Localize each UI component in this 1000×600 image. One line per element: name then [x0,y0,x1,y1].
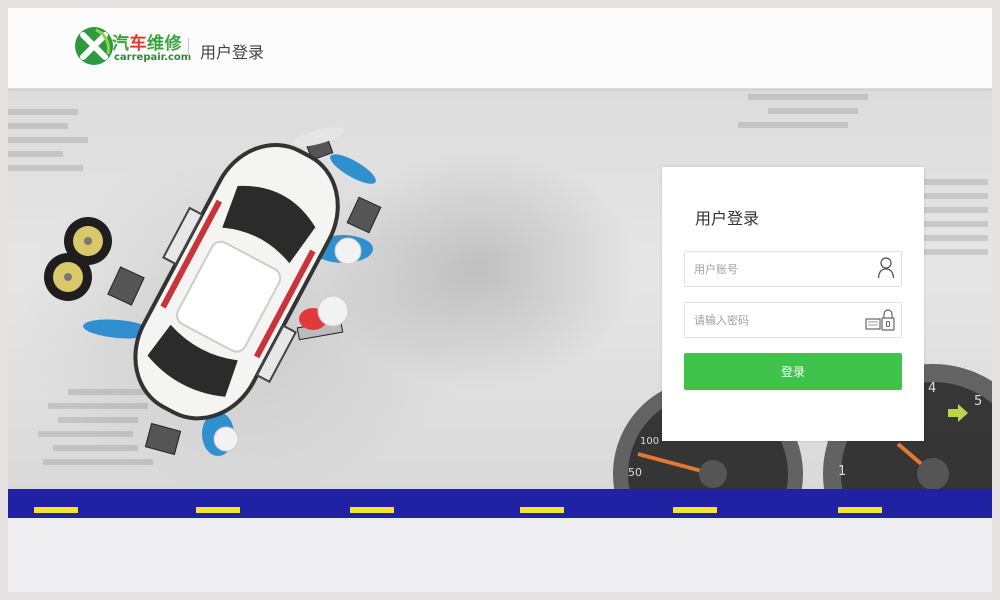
road-dash [520,507,564,513]
username-input[interactable] [685,252,874,286]
logo-text-suffix: 维修 [147,34,182,54]
logo-x-icon [75,27,113,65]
password-field[interactable] [684,302,902,338]
logo-chinese-text: 汽车维修 [112,29,182,54]
site-header: 汽车维修 carrepair.com 用户登录 [8,8,992,89]
login-card: 用户登录 登录 [662,167,924,441]
logo-text-highlight: 车 [129,34,147,54]
login-button[interactable]: 登录 [684,353,902,390]
gauge-label-4: 4 [928,381,936,396]
road-dash [350,507,394,513]
road-dash [34,507,78,513]
user-icon [877,257,895,279]
carrepair-logo[interactable]: 汽车维修 carrepair.com [74,24,191,68]
gauge-label-5: 5 [974,394,982,409]
gauge-label-100: 100 [640,436,659,447]
username-field[interactable] [684,251,902,287]
page-title: 用户登录 [200,43,265,62]
wheel-graphic [44,217,112,301]
password-input[interactable] [685,303,874,337]
page-frame: 汽车维修 carrepair.com 用户登录 100 50 4 5 1 用户登… [8,8,992,592]
gauge-label-1: 1 [838,464,846,479]
login-title: 用户登录 [695,209,760,228]
header-divider [188,38,189,60]
road-dash [838,507,882,513]
keyboard-lock-icon [865,309,895,331]
logo-domain-text: carrepair.com [114,52,192,63]
road-strip [8,489,992,518]
road-dash [196,507,240,513]
road-dash [673,507,717,513]
gauge-label-50: 50 [628,466,642,479]
logo-text-prefix: 汽 [112,34,130,54]
